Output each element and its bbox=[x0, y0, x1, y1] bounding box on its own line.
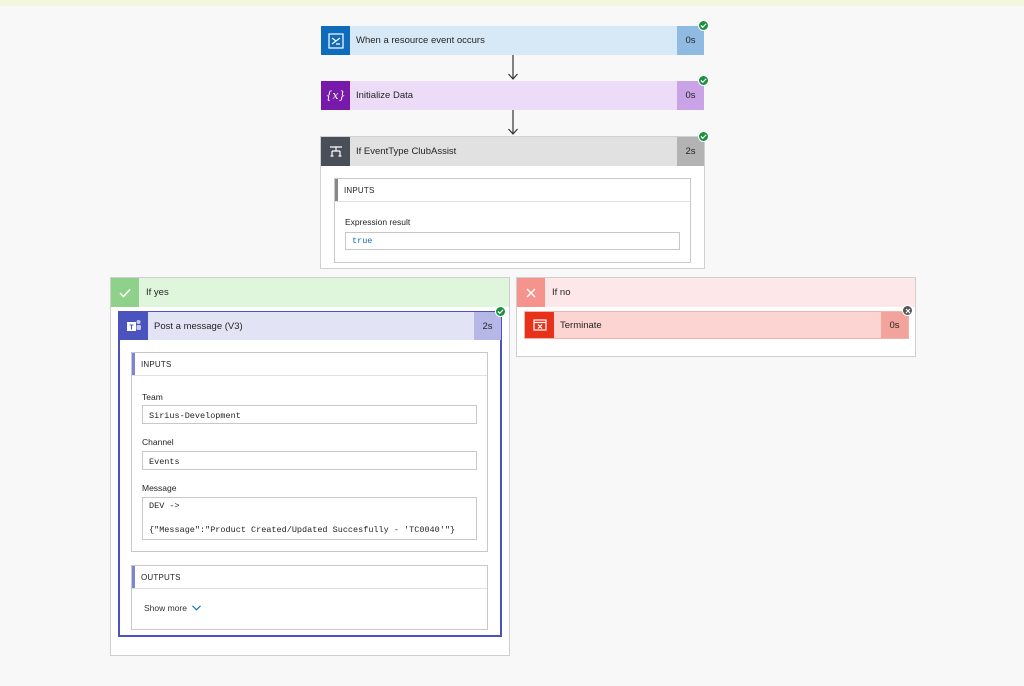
success-check-icon bbox=[698, 131, 709, 142]
step-initialize-data[interactable]: {x} Initialize Data 0s bbox=[321, 81, 704, 110]
message-label: Message bbox=[142, 483, 177, 493]
step-title: Post a message (V3) bbox=[154, 320, 243, 332]
top-banner-strip bbox=[0, 0, 1024, 6]
branch-yes-header[interactable]: If yes bbox=[111, 278, 509, 307]
inputs-header: INPUTS bbox=[335, 179, 690, 202]
step-title: Initialize Data bbox=[356, 90, 414, 101]
show-more-link[interactable]: Show more bbox=[144, 603, 201, 613]
condition-icon bbox=[321, 137, 350, 166]
expression-result-value: true bbox=[345, 232, 680, 250]
check-icon bbox=[111, 278, 139, 307]
terminate-icon bbox=[525, 312, 554, 338]
message-value: DEV -> {"Message":"Product Created/Updat… bbox=[142, 497, 477, 540]
close-icon bbox=[517, 278, 545, 307]
success-check-icon bbox=[698, 20, 709, 31]
event-grid-icon bbox=[321, 26, 350, 55]
branch-no-label: If no bbox=[552, 287, 571, 298]
channel-value: Events bbox=[142, 451, 477, 470]
inputs-header: INPUTS bbox=[132, 353, 487, 376]
flow-arrow-icon bbox=[508, 55, 518, 80]
post-message-outputs-section: OUTPUTS bbox=[131, 565, 488, 630]
variable-icon: {x} bbox=[321, 81, 350, 110]
step-title: When a resource event occurs bbox=[356, 35, 485, 46]
step-title: Terminate bbox=[560, 319, 602, 331]
step-terminate[interactable]: Terminate 0s bbox=[524, 311, 909, 339]
show-more-label: Show more bbox=[144, 603, 187, 613]
svg-text:T: T bbox=[129, 325, 134, 332]
branch-yes-label: If yes bbox=[146, 287, 169, 298]
flow-arrow-icon bbox=[508, 110, 518, 135]
success-check-icon bbox=[698, 75, 709, 86]
team-label: Team bbox=[142, 392, 163, 402]
outputs-header: OUTPUTS bbox=[132, 566, 487, 589]
skipped-status-icon bbox=[902, 305, 913, 316]
step-trigger[interactable]: When a resource event occurs 0s bbox=[321, 26, 704, 55]
team-value: Sirius-Development bbox=[142, 405, 477, 424]
expression-result-label: Expression result bbox=[345, 217, 411, 227]
teams-icon: T bbox=[119, 312, 148, 340]
success-check-icon bbox=[495, 306, 506, 317]
step-duration: 0s bbox=[881, 312, 908, 338]
step-title: If EventType ClubAssist bbox=[356, 146, 457, 157]
step-post-message[interactable]: T Post a message (V3) 2s bbox=[119, 312, 501, 340]
chevron-down-icon bbox=[192, 605, 201, 611]
branch-no-header[interactable]: If no bbox=[517, 278, 915, 307]
step-condition[interactable]: If EventType ClubAssist 2s bbox=[321, 137, 704, 166]
channel-label: Channel bbox=[142, 437, 174, 447]
